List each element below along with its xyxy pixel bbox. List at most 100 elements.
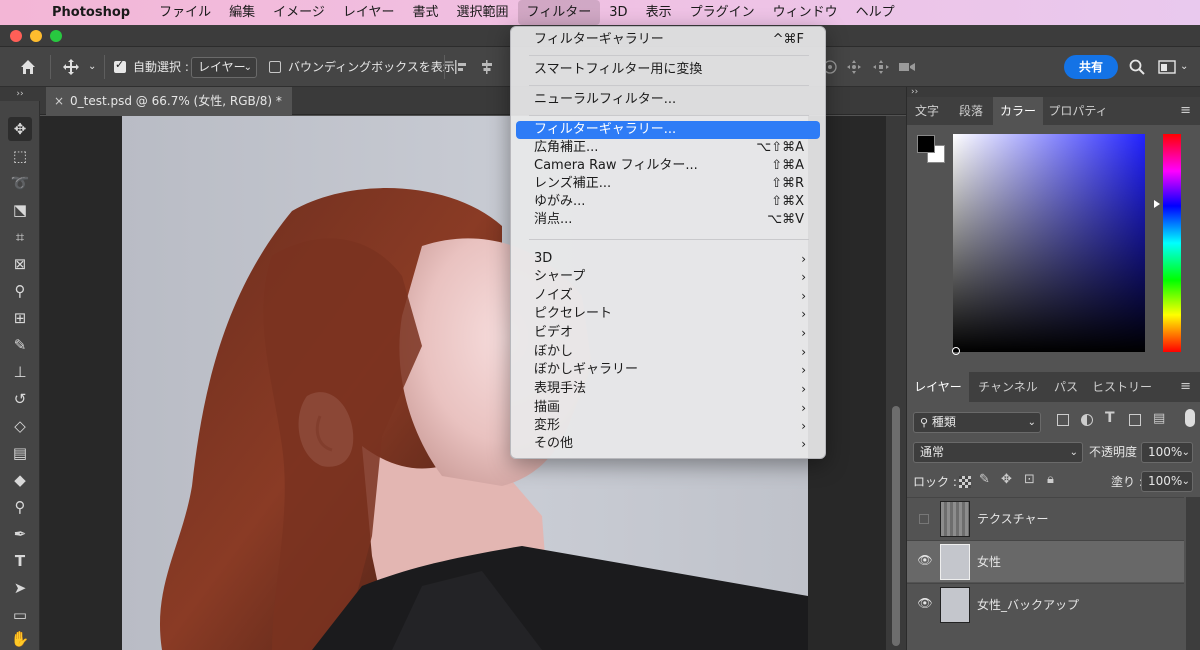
menu-item-liquify[interactable]: ゆがみ... ⇧⌘X [516,193,820,211]
menu-item-pixelate[interactable]: ピクセレート › [516,305,820,323]
menu-select[interactable]: 選択範囲 [448,0,518,25]
search-icon[interactable] [1128,58,1146,76]
collapse-toolbar-icon[interactable]: ›› [0,87,40,101]
menu-item-lens-correction[interactable]: レンズ補正... ⇧⌘R [516,175,820,193]
brush-tool-icon[interactable]: ✎ [8,333,32,357]
home-icon[interactable] [19,58,37,76]
panel-menu-icon[interactable]: ≡ [1180,103,1191,118]
tab-character[interactable]: 文字 [907,97,947,125]
menu-item-blur[interactable]: ぼかし › [516,343,820,361]
path-selection-tool-icon[interactable]: ➤ [8,576,32,600]
menu-filter[interactable]: フィルター [517,0,601,25]
minimize-window-button[interactable] [30,30,42,42]
close-tab-icon[interactable]: × [54,87,64,115]
filter-adjustment-layer-icon[interactable] [1081,414,1093,426]
color-field-cursor[interactable] [952,347,960,355]
history-brush-tool-icon[interactable]: ↺ [8,387,32,411]
hue-slider[interactable] [1163,134,1181,352]
menu-item-convert-smart-filters[interactable]: スマートフィルター用に変換 [516,61,820,79]
menu-item-camera-raw-filter[interactable]: Camera Raw フィルター... ⇧⌘A [516,157,820,175]
menu-item-3d[interactable]: 3D › [516,250,820,268]
menu-item-adaptive-wide-angle[interactable]: 広角補正... ⌥⇧⌘A [516,139,820,157]
tab-color[interactable]: カラー [993,97,1043,125]
menu-item-noise[interactable]: ノイズ › [516,287,820,305]
tab-paths[interactable]: パス [1047,372,1085,402]
layer-filter-kind-dropdown[interactable]: ⚲ 種類 ⌄ [913,412,1041,433]
opacity-field[interactable]: 100% ⌄ [1141,442,1193,463]
workspace-chevron-icon[interactable]: ⌄ [1180,47,1188,87]
close-window-button[interactable] [10,30,22,42]
layer-filter-toggle[interactable] [1185,409,1195,427]
blur-tool-icon[interactable]: ◆ [8,468,32,492]
document-tab[interactable]: × 0_test.psd @ 66.7% (女性, RGB/8) * [46,87,292,115]
menu-image[interactable]: イメージ [264,0,334,25]
menu-item-render[interactable]: 描画 › [516,399,820,417]
menu-help[interactable]: ヘルプ [847,0,904,25]
crop-tool-icon[interactable]: ⌗ [8,225,32,249]
menu-item-filter-gallery[interactable]: フィルターギャラリー... [516,121,820,139]
share-button[interactable]: 共有 [1064,55,1118,79]
lasso-tool-icon[interactable]: ➰ [8,171,32,195]
lock-all-icon[interactable]: 🔒︎ [1047,472,1054,487]
foreground-color-swatch[interactable] [917,135,935,153]
menu-item-last-filter[interactable]: フィルターギャラリー ^⌘F [516,31,820,49]
marquee-tool-icon[interactable]: ⬚ [8,144,32,168]
layer-row[interactable]: 👁︎ 女性_バックアップ [907,583,1184,625]
move-tool-icon[interactable] [62,58,80,76]
menu-type[interactable]: 書式 [404,0,448,25]
visibility-toggle-off[interactable] [919,514,929,524]
panel-collapse-icon[interactable]: ›› [907,87,1200,97]
3d-video-camera-icon[interactable] [898,60,916,74]
tool-preset-chevron-icon[interactable]: ⌄ [88,47,96,87]
menu-view[interactable]: 表示 [637,0,681,25]
menu-edit[interactable]: 編集 [220,0,264,25]
hand-tool-icon[interactable]: ✋ [8,627,32,650]
hue-slider-handle[interactable] [1154,200,1160,208]
auto-select-checkbox[interactable] [114,58,126,73]
menu-item-sharpen[interactable]: シャープ › [516,268,820,286]
menu-window[interactable]: ウィンドウ [764,0,847,25]
filter-shape-layer-icon[interactable] [1129,414,1141,426]
vertical-scrollbar[interactable] [886,116,906,650]
menu-item-other[interactable]: その他 › [516,435,820,453]
blend-mode-dropdown[interactable]: 通常 ⌄ [913,442,1083,463]
tab-layers[interactable]: レイヤー [907,372,969,402]
menu-item-stylize[interactable]: 表現手法 › [516,380,820,398]
auto-select-target-dropdown[interactable]: レイヤー ⌄ [191,57,257,78]
object-selection-tool-icon[interactable]: ⬔ [8,198,32,222]
move-tool-icon[interactable]: ✥ [8,117,32,141]
eyedropper-tool-icon[interactable]: ⚲ [8,279,32,303]
pen-tool-icon[interactable]: ✒ [8,522,32,546]
3d-pan-icon[interactable] [872,59,890,75]
align-left-icon[interactable] [454,59,468,75]
frame-tool-icon[interactable]: ⊠ [8,252,32,276]
layer-row-selected[interactable]: 👁︎ 女性 [907,540,1184,582]
tab-properties[interactable]: プロパティ [1045,97,1111,125]
tab-channels[interactable]: チャンネル [973,372,1043,402]
menu-item-blur-gallery[interactable]: ぼかしギャラリー › [516,361,820,379]
scrollbar-thumb[interactable] [892,406,900,646]
layers-scrollbar[interactable] [1186,497,1200,650]
menu-item-neural-filters[interactable]: ニューラルフィルター... [516,91,820,109]
3d-roll-icon[interactable] [846,59,862,75]
align-center-icon[interactable] [480,59,494,75]
gradient-tool-icon[interactable]: ▤ [8,441,32,465]
lock-position-icon[interactable]: ✥ [1001,472,1012,487]
clone-stamp-tool-icon[interactable]: ⊥ [8,360,32,384]
panel-menu-icon[interactable]: ≡ [1180,379,1191,394]
menu-item-video[interactable]: ビデオ › [516,324,820,342]
menu-item-distort[interactable]: 変形 › [516,417,820,435]
filter-type-layer-icon[interactable]: T [1105,410,1115,426]
lock-artboard-icon[interactable]: ⊡ [1024,472,1035,487]
bounding-box-checkbox[interactable] [269,61,281,73]
zoom-window-button[interactable] [50,30,62,42]
menu-layer[interactable]: レイヤー [334,0,404,25]
tab-history[interactable]: ヒストリー [1089,372,1155,402]
healing-brush-tool-icon[interactable]: ⊞ [8,306,32,330]
color-field[interactable] [953,134,1145,352]
type-tool-icon[interactable]: T [8,549,32,573]
tab-paragraph[interactable]: 段落 [953,97,989,125]
menu-file[interactable]: ファイル [150,0,220,25]
menu-3d[interactable]: 3D [600,0,636,25]
eye-icon[interactable]: 👁︎ [917,596,933,610]
